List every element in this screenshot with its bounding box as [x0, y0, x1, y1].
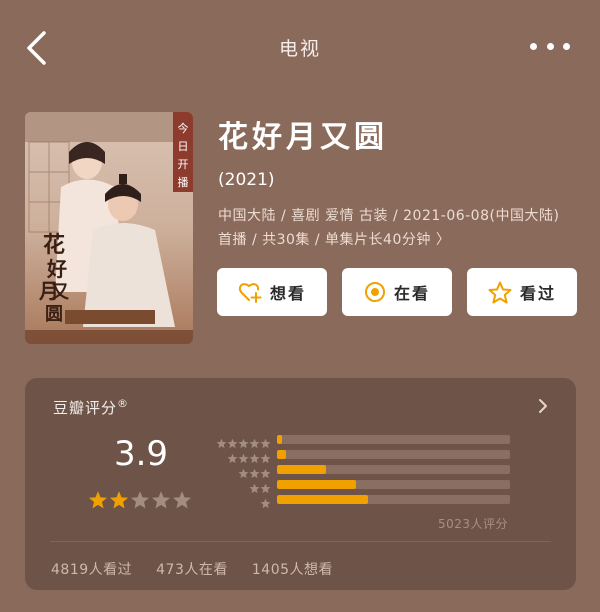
star-icon — [227, 434, 238, 449]
rating-distribution-row — [211, 492, 511, 509]
star-icon — [260, 494, 271, 509]
rating-bar-track — [277, 435, 510, 444]
rating-label: 豆瓣评分® — [53, 397, 129, 418]
action-label: 看过 — [519, 284, 556, 303]
movie-info: 花好月又圆 (2021) 中国大陆 / 喜剧 爱情 古装 / 2021-06-0… — [218, 118, 578, 252]
rating-bar-track — [277, 450, 510, 459]
star-icon — [249, 449, 260, 464]
star-icon — [260, 479, 271, 494]
rating-bar-fill — [277, 465, 326, 474]
divider — [50, 541, 551, 542]
star-filled-icon — [88, 490, 108, 510]
row-stars — [211, 449, 271, 464]
action-label: 在看 — [393, 284, 430, 303]
star-outline-icon — [488, 281, 512, 304]
want-count[interactable]: 1405人想看 — [252, 559, 333, 579]
rating-distribution-row — [211, 477, 511, 494]
rating-card[interactable]: 豆瓣评分® 3.9 5023人评分 4819人看过 473人在看 1405人想看 — [25, 378, 576, 590]
rating-distribution-row — [211, 447, 511, 464]
star-icon — [260, 464, 271, 479]
star-empty-icon — [172, 490, 192, 510]
registered-mark: ® — [117, 397, 130, 410]
star-icon — [238, 449, 249, 464]
more-dot — [546, 42, 554, 50]
nav-bar: 电视 — [0, 0, 600, 96]
rating-score: 3.9 — [113, 434, 169, 474]
poster-title-char: 又 — [50, 282, 70, 303]
star-icon — [238, 434, 249, 449]
watched-count[interactable]: 4819人看过 — [51, 559, 132, 579]
poster-image[interactable]: 今 日 开 播 花 好 月 又 圆 — [25, 112, 193, 344]
row-stars — [211, 464, 271, 479]
star-icon — [260, 449, 271, 464]
poster-title-char: 花 — [43, 232, 65, 258]
star-empty-icon — [151, 490, 171, 510]
star-icon — [249, 464, 260, 479]
rating-bar-fill — [277, 435, 282, 444]
poster-title-char: 好 — [46, 257, 67, 281]
rating-stars — [88, 490, 193, 510]
star-icon — [238, 464, 249, 479]
action-label: 想看 — [269, 284, 306, 303]
row-stars — [211, 479, 271, 494]
poster-banner-char: 播 — [178, 175, 189, 189]
star-filled-icon — [109, 490, 129, 510]
rating-bar-track — [277, 495, 510, 504]
rating-distribution — [211, 432, 511, 509]
watched-button[interactable]: 看过 — [467, 268, 577, 316]
page-title: 电视 — [278, 38, 321, 60]
movie-year: (2021) — [218, 170, 275, 190]
more-dot — [563, 42, 570, 50]
rating-distribution-row — [211, 432, 511, 449]
row-stars — [211, 434, 271, 449]
rating-bar-fill — [277, 450, 287, 459]
star-empty-icon — [130, 490, 150, 510]
rating-votes: 5023人评分 — [437, 517, 508, 531]
watching-button[interactable]: 在看 — [342, 268, 452, 316]
want-to-watch-button[interactable]: 想看 — [217, 268, 327, 316]
poster-banner-char: 开 — [178, 158, 189, 171]
poster-art: 今 日 开 播 花 好 月 又 圆 — [25, 112, 193, 344]
rating-bar-fill — [277, 480, 357, 489]
rating-bar-fill — [277, 495, 368, 504]
chevron-right-icon — [539, 399, 547, 413]
star-icon — [260, 434, 271, 449]
poster-title-char: 圆 — [45, 304, 63, 325]
rating-bar-track — [277, 480, 510, 489]
rating-distribution-row — [211, 462, 511, 479]
action-buttons: 想看 在看 看过 — [217, 268, 577, 316]
more-button[interactable] — [530, 36, 570, 56]
rating-detail-button[interactable] — [538, 398, 548, 418]
row-stars — [211, 494, 271, 509]
star-icon — [216, 434, 227, 449]
movie-title: 花好月又圆 — [218, 120, 388, 155]
more-dot — [530, 42, 537, 50]
target-icon — [364, 281, 386, 303]
poster-banner-char: 今 — [178, 121, 189, 135]
heart-plus-icon — [238, 281, 262, 303]
movie-meta[interactable]: 中国大陆 / 喜剧 爱情 古装 / 2021-06-08(中国大陆)首播 / 共… — [218, 204, 568, 252]
star-icon — [249, 479, 260, 494]
poster-banner-char: 日 — [178, 140, 189, 153]
watch-stats: 4819人看过 473人在看 1405人想看 — [51, 559, 357, 579]
star-icon — [249, 434, 260, 449]
rating-bar-track — [277, 465, 510, 474]
watching-count[interactable]: 473人在看 — [156, 559, 228, 579]
star-icon — [227, 449, 238, 464]
rating-label-text: 豆瓣评分 — [53, 399, 118, 417]
